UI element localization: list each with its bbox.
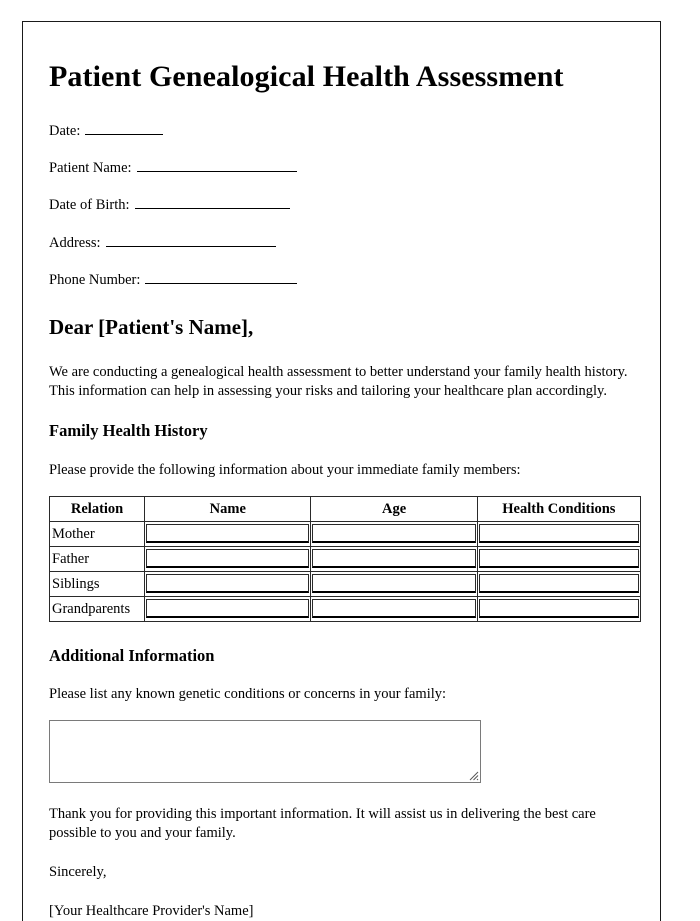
closing-paragraph: Thank you for providing this important i… [49,806,596,842]
salutation: Dear [Patient's Name], [49,315,254,340]
siblings-name-input[interactable] [146,574,310,594]
cell-grandparents-conditions[interactable] [476,595,642,622]
father-name-input[interactable] [146,549,310,569]
table-row: Grandparents [48,595,642,622]
document-page: Patient Genealogical Health Assessment D… [22,21,661,921]
siblings-conditions-input[interactable] [478,574,639,594]
patient-name-input[interactable] [136,158,297,172]
mother-age-input[interactable] [312,524,476,544]
field-row-address: Address: [49,233,634,252]
intro-paragraph: We are conducting a genealogical health … [49,363,628,399]
relation-label-siblings: Siblings [48,570,146,597]
page-title: Patient Genealogical Health Assessment [49,60,564,93]
address-input[interactable] [105,233,276,247]
cell-mother-conditions[interactable] [476,520,642,547]
cell-father-conditions[interactable] [476,545,642,572]
table-header-row: Relation Name Age Health Conditions [48,495,642,522]
field-row-date: Date: [49,121,634,140]
cell-mother-age[interactable] [310,520,478,547]
signoff: Sincerely, [49,864,107,881]
field-label-address: Address: [49,234,101,251]
document-content: Patient Genealogical Health Assessment D… [23,22,660,921]
relation-label-father: Father [48,545,146,572]
genetic-conditions-textarea[interactable] [49,720,481,784]
siblings-age-input[interactable] [312,574,476,594]
field-label-patient-name: Patient Name: [49,159,132,176]
resize-grip-icon[interactable] [466,768,479,781]
column-header-relation: Relation [48,495,146,522]
date-input[interactable] [85,121,164,135]
grandparents-age-input[interactable] [312,599,476,619]
family-health-table: Relation Name Age Health Conditions Moth… [48,495,642,622]
field-row-date-of-birth: Date of Birth: [49,195,634,214]
phone-number-input[interactable] [145,270,298,285]
column-header-health-conditions: Health Conditions [476,495,642,522]
father-conditions-input[interactable] [478,549,639,569]
grandparents-name-input[interactable] [146,599,310,619]
table-row: Father [48,545,642,572]
column-header-name: Name [144,495,312,522]
relation-label-mother: Mother [48,520,146,547]
field-label-date: Date: [49,122,81,139]
family-table-instruction: Please provide the following information… [49,461,521,478]
family-health-history-heading: Family Health History [49,420,208,440]
cell-siblings-age[interactable] [310,570,478,597]
mother-name-input[interactable] [146,524,310,544]
cell-siblings-name[interactable] [144,570,312,597]
column-header-age: Age [310,495,478,522]
table-row: Siblings [48,570,642,597]
cell-siblings-conditions[interactable] [476,570,642,597]
field-label-date-of-birth: Date of Birth: [49,197,130,214]
provider-name: [Your Healthcare Provider's Name] [49,903,254,920]
father-age-input[interactable] [312,549,476,569]
field-row-phone-number: Phone Number: [49,270,634,289]
grandparents-conditions-input[interactable] [478,599,639,619]
cell-grandparents-age[interactable] [310,595,478,622]
field-row-patient-name: Patient Name: [49,158,634,177]
cell-mother-name[interactable] [144,520,312,547]
cell-father-age[interactable] [310,545,478,572]
cell-grandparents-name[interactable] [144,595,312,622]
cell-father-name[interactable] [144,545,312,572]
date-of-birth-input[interactable] [134,195,290,210]
additional-information-instruction: Please list any known genetic conditions… [49,686,447,703]
field-label-phone-number: Phone Number: [49,272,141,289]
additional-information-heading: Additional Information [49,645,215,665]
table-row: Mother [48,520,642,547]
relation-label-grandparents: Grandparents [48,595,146,622]
mother-conditions-input[interactable] [478,524,639,544]
